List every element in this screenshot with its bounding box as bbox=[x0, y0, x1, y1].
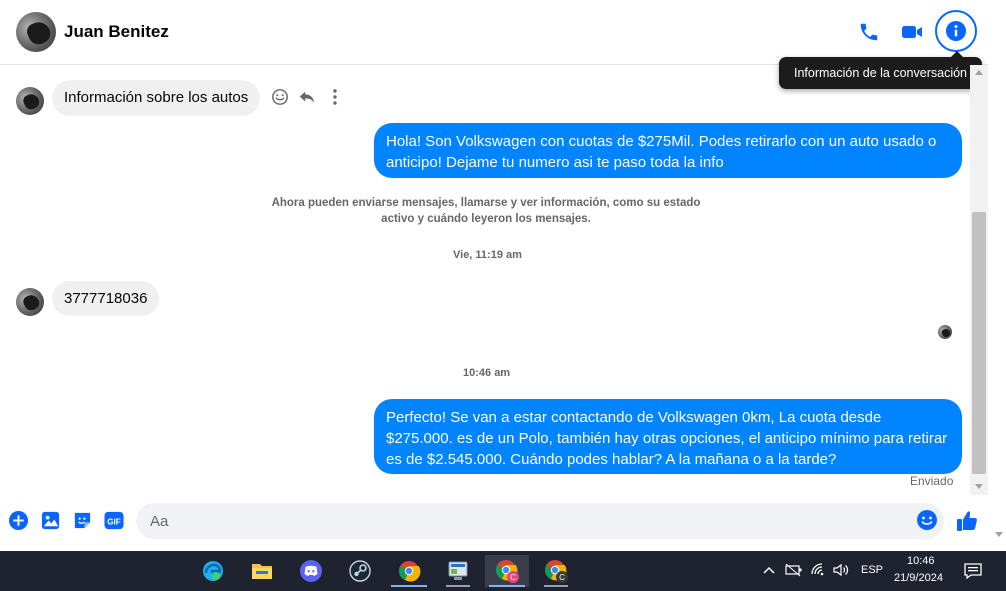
sticker-icon[interactable] bbox=[71, 509, 93, 531]
message-input-container[interactable] bbox=[136, 503, 944, 539]
info-icon bbox=[946, 21, 966, 41]
message-list: Información sobre los autos Hola! Son Vo… bbox=[0, 65, 970, 495]
incoming-message[interactable]: 3777718036 bbox=[52, 281, 160, 316]
chevron-up-icon[interactable] bbox=[762, 563, 776, 582]
contact-avatar[interactable] bbox=[16, 12, 56, 52]
steam-icon[interactable] bbox=[338, 555, 382, 587]
scroll-up-arrow[interactable] bbox=[975, 70, 983, 75]
windows-taskbar: C C ESP 10:46 21/9/2024 bbox=[0, 551, 1006, 591]
emoji-icon[interactable] bbox=[916, 509, 938, 531]
chrome-icon[interactable] bbox=[387, 555, 431, 587]
chrome-profile-c2-icon[interactable]: C bbox=[534, 555, 578, 587]
page-gutter bbox=[988, 0, 1006, 551]
message-timestamp: Vie, 11:19 am bbox=[453, 249, 522, 261]
message-input[interactable] bbox=[148, 511, 892, 531]
react-emoji-icon[interactable] bbox=[270, 87, 290, 107]
edge-icon[interactable] bbox=[191, 555, 235, 587]
conversation-header: Juan Benitez bbox=[0, 0, 988, 65]
read-receipt-avatar bbox=[938, 325, 952, 339]
chrome-profile-c-icon[interactable]: C bbox=[485, 555, 529, 587]
gif-label: GIF bbox=[107, 517, 121, 526]
sent-status: Enviado bbox=[910, 474, 954, 488]
volume-icon[interactable] bbox=[832, 562, 850, 583]
video-icon[interactable] bbox=[898, 18, 926, 46]
language-indicator[interactable]: ESP bbox=[861, 564, 883, 576]
control-panel-icon[interactable] bbox=[436, 555, 480, 587]
more-options-icon[interactable] bbox=[325, 87, 345, 107]
gif-icon[interactable]: GIF bbox=[103, 509, 125, 531]
scroll-down-arrow[interactable] bbox=[975, 484, 983, 489]
clock-date[interactable]: 21/9/2024 bbox=[894, 572, 943, 584]
message-timestamp: 10:46 am bbox=[463, 367, 511, 379]
svg-text:C: C bbox=[559, 573, 565, 582]
battery-icon[interactable] bbox=[785, 563, 803, 582]
contact-avatar-small[interactable] bbox=[16, 87, 44, 115]
scrollbar-thumb[interactable] bbox=[972, 212, 986, 474]
contact-name[interactable]: Juan Benitez bbox=[64, 22, 169, 42]
clock-time[interactable]: 10:46 bbox=[907, 555, 935, 567]
file-explorer-icon[interactable] bbox=[240, 555, 284, 587]
image-icon[interactable] bbox=[39, 509, 61, 531]
incoming-message[interactable]: Información sobre los autos bbox=[52, 80, 261, 116]
phone-icon[interactable] bbox=[855, 18, 883, 46]
reply-icon[interactable] bbox=[297, 87, 317, 107]
outgoing-message[interactable]: Perfecto! Se van a estar contactando de … bbox=[374, 399, 962, 474]
outgoing-message[interactable]: Hola! Son Volkswagen con cuotas de $275M… bbox=[374, 123, 962, 178]
notifications-icon[interactable] bbox=[963, 561, 983, 586]
wifi-icon[interactable] bbox=[810, 562, 826, 583]
message-composer: GIF bbox=[0, 497, 988, 551]
contact-avatar-small[interactable] bbox=[16, 288, 44, 316]
like-icon[interactable] bbox=[955, 509, 979, 533]
page-scroll-down-arrow[interactable] bbox=[995, 532, 1003, 537]
system-notice: Ahora pueden enviarse mensajes, llamarse… bbox=[271, 197, 701, 225]
plus-icon[interactable] bbox=[7, 509, 29, 531]
discord-icon[interactable] bbox=[289, 555, 333, 587]
svg-text:C: C bbox=[510, 573, 516, 582]
info-button[interactable] bbox=[935, 10, 977, 52]
